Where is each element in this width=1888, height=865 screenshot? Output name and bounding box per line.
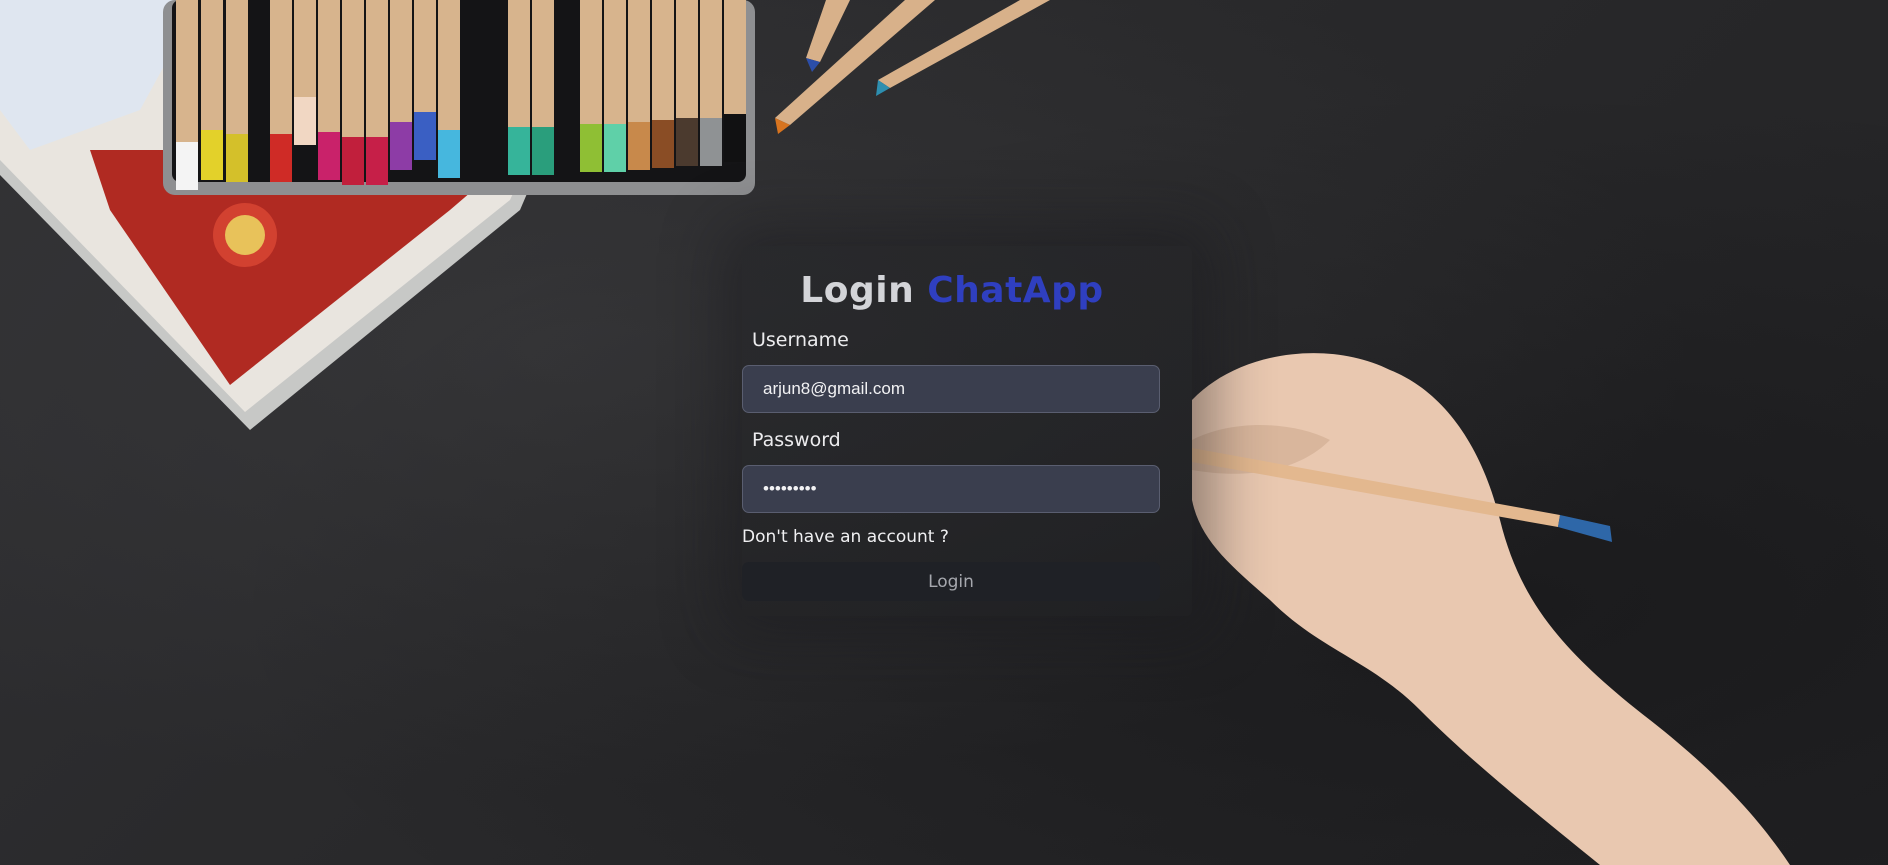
pencil-tray-illustration [163,0,755,195]
signup-link[interactable]: Don't have an account ? [742,527,949,547]
title-prefix: Login [800,270,915,311]
page-title: Login ChatApp [742,270,1162,311]
loose-pencils-illustration [775,0,1050,134]
brand-name: ChatApp [927,270,1104,311]
login-button[interactable]: Login [742,562,1160,601]
username-input[interactable] [742,365,1160,413]
password-label: Password [752,429,841,451]
password-input[interactable] [742,465,1160,513]
username-label: Username [752,329,849,351]
hand-illustration [1192,353,1790,865]
